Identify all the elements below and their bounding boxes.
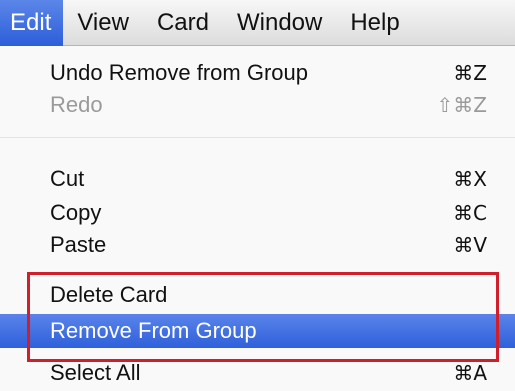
- menu-item-remove-from-group[interactable]: Remove From Group: [0, 314, 515, 348]
- menu-item-label: Undo Remove from Group: [50, 60, 308, 85]
- menu-item-redo: Redo ⇧⌘Z: [0, 88, 515, 122]
- menu-separator: [0, 137, 515, 138]
- menu-item-label: Select All: [50, 360, 141, 385]
- menu-item-label: Redo: [50, 92, 103, 117]
- menu-card[interactable]: Card: [143, 0, 223, 46]
- menu-item-label: Delete Card: [50, 282, 168, 307]
- menu-item-shortcut: ⌘C: [453, 201, 487, 225]
- menu-item-paste[interactable]: Paste ⌘V: [0, 228, 515, 262]
- menu-item-undo[interactable]: Undo Remove from Group ⌘Z: [0, 56, 515, 90]
- menu-item-label: Paste: [50, 232, 107, 257]
- menu-edit[interactable]: Edit: [0, 0, 64, 46]
- menu-item-label: Remove From Group: [50, 318, 257, 343]
- menu-item-cut[interactable]: Cut ⌘X: [0, 162, 515, 196]
- menu-view[interactable]: View: [63, 0, 143, 46]
- menu-item-shortcut: ⌘V: [453, 233, 487, 257]
- menu-item-shortcut: ⌘Z: [453, 61, 487, 85]
- menu-bar: Edit View Card Window Help: [0, 0, 515, 46]
- menu-item-select-all[interactable]: Select All ⌘A: [0, 356, 515, 390]
- menu-item-shortcut: ⌘A: [453, 361, 487, 385]
- menu-window[interactable]: Window: [223, 0, 336, 46]
- menu-item-shortcut: ⇧⌘Z: [436, 93, 487, 117]
- menu-help[interactable]: Help: [336, 0, 413, 46]
- menu-item-delete-card[interactable]: Delete Card: [0, 278, 515, 312]
- menu-item-label: Copy: [50, 200, 102, 225]
- menu-item-copy[interactable]: Copy ⌘C: [0, 196, 515, 230]
- menu-item-shortcut: ⌘X: [453, 167, 487, 191]
- menu-item-label: Cut: [50, 166, 85, 191]
- edit-menu-dropdown: Undo Remove from Group ⌘Z Redo ⇧⌘Z Cut ⌘…: [0, 46, 515, 391]
